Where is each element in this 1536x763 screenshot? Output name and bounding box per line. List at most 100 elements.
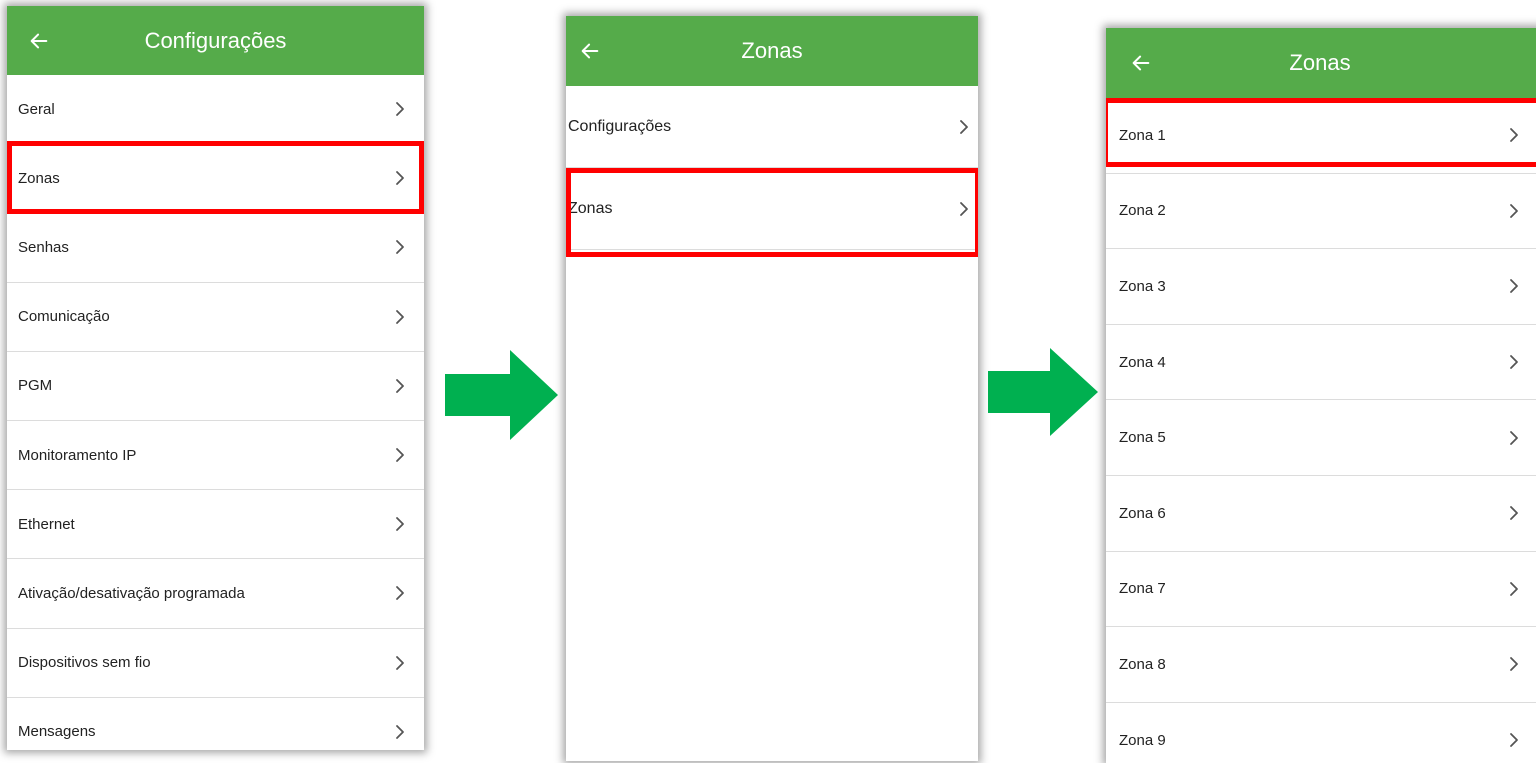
chevron-container xyxy=(958,201,970,217)
list-item[interactable]: Geral xyxy=(7,75,424,145)
list-item[interactable]: Mensagens xyxy=(7,698,424,750)
list-item-label: Ativação/desativação programada xyxy=(18,584,245,602)
zonas-list: Zona 1 Zona 2 Zona 3 Zona 4 Zona 5 Zona 6 Zona… xyxy=(1106,98,1536,763)
chevron-right-icon xyxy=(396,517,404,532)
chevron-container xyxy=(394,170,406,186)
chevron-container xyxy=(1508,581,1520,597)
list-item-label: Zonas xyxy=(568,199,613,217)
list-item[interactable]: Zona 2 xyxy=(1106,174,1536,250)
chevron-right-icon xyxy=(960,201,968,216)
list-item-label: Zona 3 xyxy=(1119,277,1166,295)
arrow-left-icon xyxy=(1132,55,1150,71)
list-item-label: Comunicação xyxy=(18,308,110,326)
chevron-right-icon xyxy=(396,724,404,739)
list-item[interactable]: Zona 7 xyxy=(1106,552,1536,628)
screen-zonas-menu: Zonas Configurações Zonas xyxy=(566,16,978,761)
list-item[interactable]: PGM xyxy=(7,352,424,421)
back-button[interactable] xyxy=(570,16,610,86)
chevron-container xyxy=(1508,732,1520,748)
list-item[interactable]: Zona 6 xyxy=(1106,476,1536,552)
chevron-container xyxy=(1508,203,1520,219)
chevron-container xyxy=(394,724,406,740)
chevron-right-icon xyxy=(396,655,404,670)
chevron-right-icon xyxy=(396,448,404,462)
list-item-label: Senhas xyxy=(18,238,69,256)
chevron-container xyxy=(394,447,406,463)
list-item[interactable]: Zona 4 xyxy=(1106,325,1536,401)
zonas-menu-list: Configurações Zonas xyxy=(566,86,978,257)
page-title: Zonas xyxy=(741,38,803,63)
list-item[interactable]: Zona 8 xyxy=(1106,627,1536,703)
list-item-label: Zona 5 xyxy=(1119,429,1166,447)
chevron-right-icon xyxy=(396,240,404,255)
chevron-right-icon xyxy=(396,102,404,116)
list-item-label: Monitoramento IP xyxy=(18,446,137,464)
list-item[interactable]: Ativação/desativação programada xyxy=(7,559,424,629)
list-item-label: Zona 8 xyxy=(1119,655,1166,673)
page-title: Configurações xyxy=(144,27,287,53)
arrow-left-icon xyxy=(581,43,599,59)
chevron-container xyxy=(1508,278,1520,294)
list-item-label: PGM xyxy=(18,377,53,395)
chevron-container xyxy=(1508,505,1520,521)
back-button[interactable] xyxy=(19,6,59,75)
list-item[interactable]: Configurações xyxy=(566,86,978,168)
chevron-container xyxy=(394,655,406,671)
chevron-container xyxy=(1508,354,1520,370)
list-item-label: Zona 7 xyxy=(1119,580,1166,598)
arrow-right-icon xyxy=(988,348,1098,436)
list-item[interactable]: Dispositivos sem fio xyxy=(7,629,424,698)
list-item-label: Zona 6 xyxy=(1119,504,1166,522)
chevron-container xyxy=(1508,656,1520,672)
arrow-left-icon xyxy=(30,33,48,48)
chevron-container xyxy=(394,239,406,255)
list-item[interactable]: Zona 3 xyxy=(1106,249,1536,325)
arrow-right-icon xyxy=(445,350,558,440)
list-item-label: Dispositivos sem fio xyxy=(18,654,151,672)
chevron-container xyxy=(394,585,406,601)
list-item-label: Zonas xyxy=(18,169,60,187)
list-item[interactable]: Monitoramento IP xyxy=(7,421,424,491)
list-item[interactable]: Zona 9 xyxy=(1106,703,1536,763)
app-bar: Configurações xyxy=(7,6,424,75)
chevron-right-icon xyxy=(1510,203,1518,218)
list-item[interactable]: Senhas xyxy=(7,213,424,283)
list-item-label: Zona 2 xyxy=(1119,202,1166,220)
chevron-right-icon xyxy=(1510,506,1518,521)
chevron-right-icon xyxy=(1510,128,1518,143)
chevron-right-icon xyxy=(1510,581,1518,596)
settings-list: Geral Zonas Senhas Comunicação PGM Monitorame… xyxy=(7,75,424,750)
list-item-label: Zona 9 xyxy=(1119,731,1166,749)
chevron-right-icon xyxy=(1510,657,1518,672)
back-button[interactable] xyxy=(1121,28,1161,98)
list-item[interactable]: Ethernet xyxy=(7,490,424,560)
list-item-label: Zona 1 xyxy=(1119,126,1166,144)
list-item-label: Geral xyxy=(18,100,55,118)
list-item[interactable]: Zona 1 xyxy=(1106,98,1536,174)
app-bar: Zonas xyxy=(1106,28,1536,98)
list-item[interactable]: Zonas xyxy=(566,168,978,257)
screen-configuracoes: Configurações Geral Zonas Senhas Comunicaçã… xyxy=(7,6,424,750)
list-item[interactable]: Zona 5 xyxy=(1106,400,1536,476)
chevron-right-icon xyxy=(396,586,404,601)
chevron-right-icon xyxy=(1510,279,1518,294)
chevron-container xyxy=(394,378,406,394)
chevron-right-icon xyxy=(960,119,968,134)
chevron-right-icon xyxy=(396,309,404,324)
chevron-container xyxy=(1508,430,1520,446)
list-item-label: Mensagens xyxy=(18,723,96,741)
screen-zonas-list: Zonas Zona 1 Zona 2 Zona 3 Zona 4 Zona 5 Zona… xyxy=(1106,28,1536,763)
chevron-container xyxy=(958,119,970,135)
list-item-label: Configurações xyxy=(568,117,672,135)
list-item[interactable]: Zonas xyxy=(7,141,424,215)
chevron-right-icon xyxy=(1510,355,1518,369)
app-bar: Zonas xyxy=(566,16,978,86)
list-item-label: Ethernet xyxy=(18,515,75,533)
chevron-container xyxy=(1508,127,1520,143)
chevron-container xyxy=(394,309,406,325)
list-item-label: Zona 4 xyxy=(1119,353,1166,371)
chevron-right-icon xyxy=(1510,733,1518,747)
chevron-right-icon xyxy=(1510,430,1518,445)
list-item[interactable]: Comunicação xyxy=(7,283,424,352)
chevron-container xyxy=(394,516,406,532)
